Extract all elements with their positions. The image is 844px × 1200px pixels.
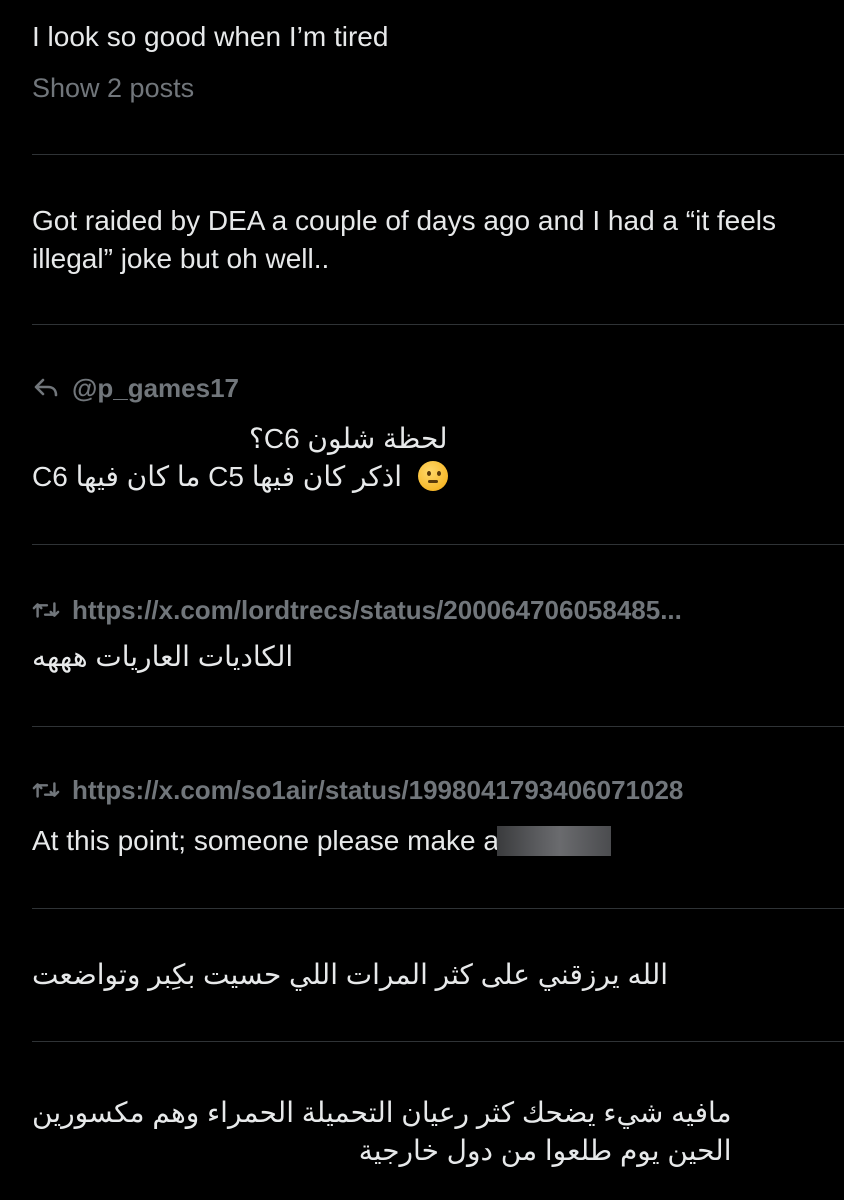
divider [32,726,844,727]
quoted-post-link[interactable]: https://x.com/so1air/status/199804179340… [72,772,683,808]
post-text-line: مافيه شيء يضحك كثر رعيان التحميلة الحمرا… [32,1097,732,1128]
post-text: I look so good when I’m tired [32,21,389,52]
retweet-icon [32,776,60,804]
post-item[interactable]: مافيه شيء يضحك كثر رعيان التحميلة الحمرا… [32,1094,814,1170]
divider [32,1041,844,1042]
repost-context[interactable]: https://x.com/lordtrecs/status/200064706… [32,592,792,628]
reply-arrow-icon [32,374,60,402]
reply-context[interactable]: @p_games17 [32,370,814,406]
post-text-line: الحين يوم طلعوا من دول خارجية [358,1135,732,1166]
post-text: الكاديات العاريات هههه [32,641,294,672]
thinking-face-icon [417,461,448,491]
post-item[interactable]: https://x.com/lordtrecs/status/200064706… [32,592,792,676]
post-item[interactable]: @p_games17 لحظة شلون C6؟ اذكر كان فيها C… [32,370,814,496]
post-text: الله يرزقني على كثر المرات اللي حسيت بكِ… [32,959,669,990]
post-text-line-with-emoji: اذكر كان فيها C5 ما كان فيها C6 [32,458,448,496]
divider [32,154,844,155]
divider [32,544,844,545]
divider [32,324,844,325]
post-text-block: لحظة شلون C6؟ اذكر كان فيها C5 ما كان في… [32,420,448,496]
divider [32,908,844,909]
post-text-block: مافيه شيء يضحك كثر رعيان التحميلة الحمرا… [32,1094,732,1170]
retweet-icon [32,596,60,624]
post-text: At this point; someone please make a [32,825,499,856]
quoted-post-link[interactable]: https://x.com/lordtrecs/status/200064706… [72,592,682,628]
reply-username-link[interactable]: @p_games17 [72,370,239,406]
redaction-blur [496,826,611,856]
timeline-feed: I look so good when I’m tired Show 2 pos… [0,0,844,1200]
post-item[interactable]: الله يرزقني على كثر المرات اللي حسيت بكِ… [32,956,814,994]
post-text-with-redaction: At this point; someone please make a [32,822,814,860]
post-text: Got raided by DEA a couple of days ago a… [32,205,784,274]
post-text-line: اذكر كان فيها C5 ما كان فيها C6 [32,461,402,492]
repost-context[interactable]: https://x.com/so1air/status/199804179340… [32,772,814,808]
post-text-line: لحظة شلون C6؟ [248,423,448,454]
post-item[interactable]: Got raided by DEA a couple of days ago a… [32,202,802,278]
post-item[interactable]: https://x.com/so1air/status/199804179340… [32,772,814,860]
post-item[interactable]: I look so good when I’m tired Show 2 pos… [32,18,814,106]
show-more-posts-link[interactable]: Show 2 posts [32,70,814,106]
